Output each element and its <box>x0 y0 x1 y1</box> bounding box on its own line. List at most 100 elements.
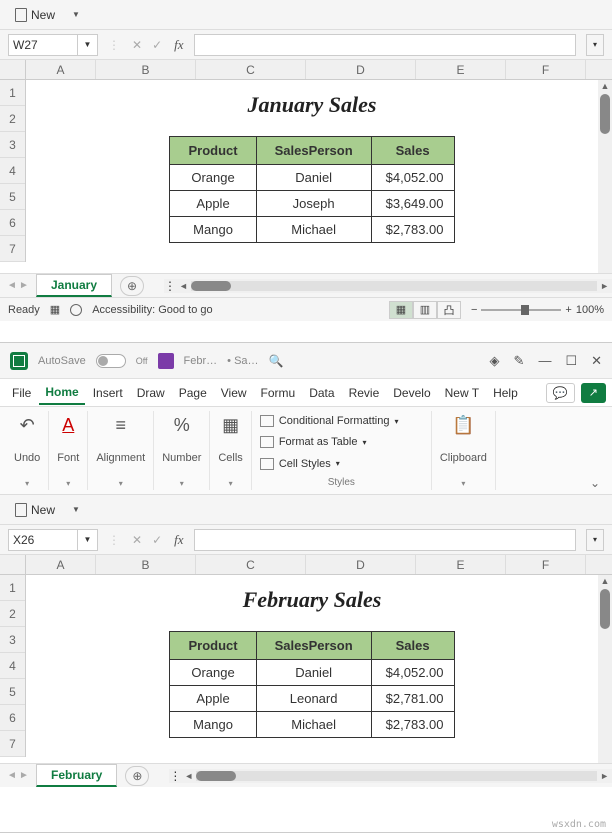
row-header[interactable]: 7 <box>0 236 25 262</box>
col-header[interactable]: D <box>306 60 416 79</box>
formula-expand-icon[interactable]: ▾ <box>586 529 604 551</box>
col-header[interactable]: B <box>96 555 196 574</box>
search-icon[interactable]: 🔍 <box>269 354 284 368</box>
fx-icon[interactable]: fx <box>170 37 187 53</box>
group-undo[interactable]: ↶Undo▾ <box>6 411 49 490</box>
zoom-slider[interactable] <box>481 309 561 311</box>
row-header[interactable]: 1 <box>0 80 25 106</box>
new-button[interactable]: New <box>8 5 62 25</box>
comments-button[interactable]: 💬 <box>546 383 575 403</box>
cancel-icon[interactable]: ✕ <box>130 533 144 547</box>
formula-expand-icon[interactable]: ▾ <box>586 34 604 56</box>
formula-input[interactable] <box>194 529 576 551</box>
row-header[interactable]: 5 <box>0 184 25 210</box>
maximize-button[interactable]: ☐ <box>565 353 577 369</box>
name-box-dropdown-icon[interactable]: ▼ <box>78 529 98 551</box>
sheet-tab-january[interactable]: January <box>36 274 112 297</box>
col-header[interactable]: C <box>196 60 306 79</box>
scroll-thumb[interactable] <box>600 94 610 134</box>
enter-icon[interactable]: ✓ <box>150 533 164 547</box>
scroll-up-icon[interactable]: ▲ <box>598 80 612 92</box>
row-header[interactable]: 2 <box>0 601 25 627</box>
row-header[interactable]: 4 <box>0 158 25 184</box>
row-header[interactable]: 1 <box>0 575 25 601</box>
cancel-icon[interactable]: ✕ <box>130 38 144 52</box>
row-header[interactable]: 3 <box>0 132 25 158</box>
share-button[interactable]: ↗ <box>581 383 606 403</box>
scroll-thumb[interactable] <box>191 281 231 291</box>
tab-review[interactable]: Revie <box>343 382 386 404</box>
row-header[interactable]: 7 <box>0 731 25 757</box>
name-box[interactable]: W27 <box>8 34 78 56</box>
add-sheet-button[interactable]: ⊕ <box>125 766 149 786</box>
group-font[interactable]: AFont▾ <box>49 411 88 490</box>
tab-nav[interactable]: ◄► <box>0 280 36 291</box>
zoom-level[interactable]: 100% <box>576 304 604 316</box>
vertical-scrollbar[interactable]: ▲ <box>598 80 612 273</box>
col-header[interactable]: F <box>506 60 586 79</box>
scroll-up-icon[interactable]: ▲ <box>598 575 612 587</box>
tab-new[interactable]: New T <box>439 382 485 404</box>
row-header[interactable]: 6 <box>0 705 25 731</box>
qat-dropdown-icon[interactable]: ▼ <box>68 10 84 19</box>
tab-help[interactable]: Help <box>487 382 524 404</box>
tab-view[interactable]: View <box>215 382 253 404</box>
cell-styles-button[interactable]: Cell Styles ▾ <box>260 456 340 472</box>
scroll-thumb[interactable] <box>196 771 236 781</box>
row-header[interactable]: 4 <box>0 653 25 679</box>
add-sheet-button[interactable]: ⊕ <box>120 276 144 296</box>
group-clipboard[interactable]: 📋Clipboard▾ <box>432 411 496 490</box>
worksheet-area[interactable]: A B C D E F 1 2 3 4 5 6 7 January Sales … <box>0 60 612 273</box>
zoom-in-icon[interactable]: + <box>565 304 571 316</box>
normal-view-button[interactable]: ▦ <box>389 301 413 319</box>
formula-input[interactable] <box>194 34 576 56</box>
select-all-corner[interactable] <box>0 555 26 574</box>
zoom-out-icon[interactable]: − <box>471 304 477 316</box>
tab-data[interactable]: Data <box>303 382 340 404</box>
row-header[interactable]: 5 <box>0 679 25 705</box>
close-button[interactable]: ✕ <box>591 353 602 369</box>
accessibility-icon[interactable] <box>70 304 82 316</box>
qat-dropdown-icon[interactable]: ▼ <box>68 505 84 514</box>
tab-page[interactable]: Page <box>173 382 213 404</box>
pen-icon[interactable]: ✎ <box>514 353 525 369</box>
file-name[interactable]: Febr… <box>184 355 218 367</box>
tab-developer[interactable]: Develo <box>387 382 436 404</box>
page-layout-button[interactable]: ▥ <box>413 301 437 319</box>
row-header[interactable]: 6 <box>0 210 25 236</box>
col-header[interactable]: A <box>26 555 96 574</box>
row-header[interactable]: 3 <box>0 627 25 653</box>
format-as-table-button[interactable]: Format as Table ▾ <box>260 434 367 450</box>
tab-nav[interactable]: ◄► <box>0 770 36 781</box>
col-header[interactable]: C <box>196 555 306 574</box>
col-header[interactable]: E <box>416 555 506 574</box>
zoom-control[interactable]: − + 100% <box>471 304 604 316</box>
row-header[interactable]: 2 <box>0 106 25 132</box>
minimize-button[interactable]: — <box>538 353 551 369</box>
new-button[interactable]: New <box>8 500 62 520</box>
group-alignment[interactable]: ≡Alignment▾ <box>88 411 154 490</box>
sheet-tab-february[interactable]: February <box>36 764 117 787</box>
fx-icon[interactable]: fx <box>170 532 187 548</box>
col-header[interactable]: A <box>26 60 96 79</box>
col-header[interactable]: E <box>416 60 506 79</box>
save-icon[interactable] <box>158 353 174 369</box>
tab-home[interactable]: Home <box>39 381 84 405</box>
tab-formulas[interactable]: Formu <box>255 382 302 404</box>
tab-draw[interactable]: Draw <box>131 382 171 404</box>
scroll-thumb[interactable] <box>600 589 610 629</box>
autosave-toggle[interactable] <box>96 354 126 368</box>
name-box-dropdown-icon[interactable]: ▼ <box>78 34 98 56</box>
col-header[interactable]: D <box>306 555 416 574</box>
horizontal-scrollbar[interactable]: ⋮◄ ► <box>164 279 612 293</box>
diamond-icon[interactable]: ◈ <box>490 353 500 369</box>
page-break-button[interactable]: 凸 <box>437 301 461 319</box>
ribbon-collapse-icon[interactable]: ⌄ <box>584 411 606 490</box>
enter-icon[interactable]: ✓ <box>150 38 164 52</box>
group-number[interactable]: %Number▾ <box>154 411 210 490</box>
horizontal-scrollbar[interactable]: ⋮◄ ► <box>169 769 612 783</box>
vertical-scrollbar[interactable]: ▲ <box>598 575 612 763</box>
worksheet-area[interactable]: A B C D E F 1 2 3 4 5 6 7 February Sales… <box>0 555 612 763</box>
conditional-formatting-button[interactable]: Conditional Formatting ▾ <box>260 413 399 429</box>
group-cells[interactable]: ▦Cells▾ <box>210 411 251 490</box>
